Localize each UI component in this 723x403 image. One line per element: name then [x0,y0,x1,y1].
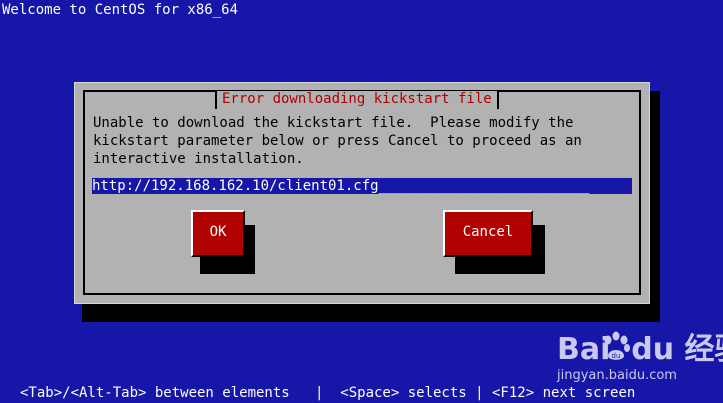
error-message: Unable to download the kickstart file. P… [93,115,582,167]
screen-title: Welcome to CentOS for x86_64 [2,2,239,18]
installer-screen: Welcome to CentOS for x86_64 Error downl… [0,0,723,403]
ok-button[interactable]: OK [191,210,245,257]
baidu-watermark: du Bai du 经验 jingyan.baidu.com [555,330,723,386]
status-bar-hint: <Tab>/<Alt-Tab> between elements | <Spac… [20,385,636,401]
error-dialog: Error downloading kickstart file Unable … [74,82,650,304]
dialog-title: Error downloading kickstart file [215,91,499,109]
watermark-logo-text: Bai du 经验 [557,332,723,367]
watermark-url: jingyan.baidu.com [557,368,677,383]
kickstart-url-input[interactable]: http://192.168.162.10/client01.cfg______… [92,178,632,194]
cancel-button[interactable]: Cancel [443,210,533,257]
